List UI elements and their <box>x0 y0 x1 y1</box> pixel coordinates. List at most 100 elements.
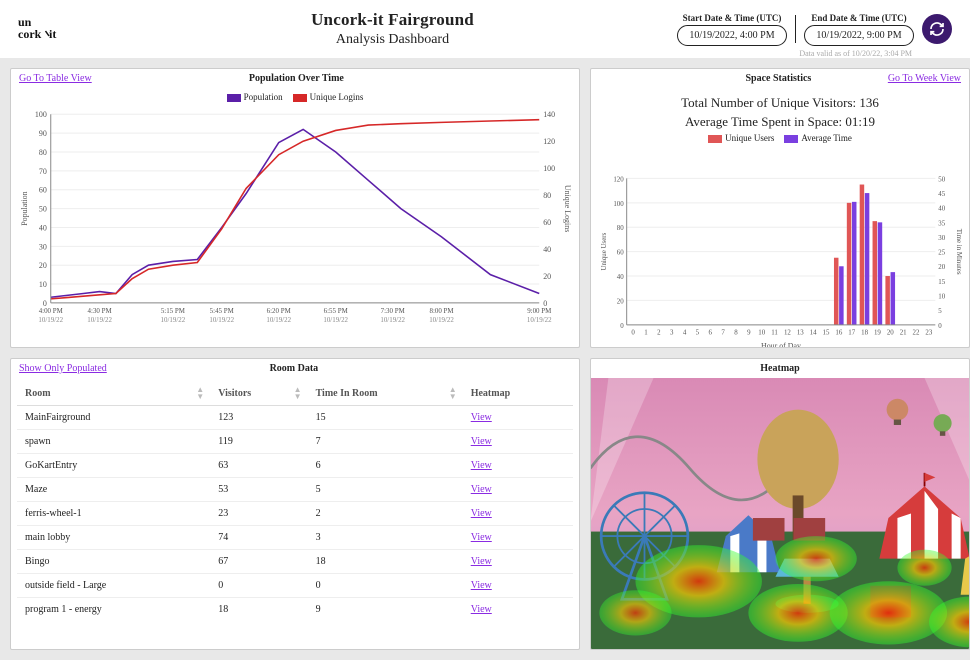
svg-text:5: 5 <box>696 330 700 337</box>
svg-text:4:00 PM: 4:00 PM <box>39 307 63 315</box>
svg-text:40: 40 <box>39 223 47 232</box>
room-data-table: Room▲▼ Visitors▲▼ Time In Room▲▼ Heatmap… <box>17 382 573 618</box>
table-view-link[interactable]: Go To Table View <box>19 73 92 84</box>
svg-text:9: 9 <box>747 330 751 337</box>
svg-text:Hour of Day: Hour of Day <box>761 342 801 347</box>
svg-text:10: 10 <box>39 280 47 289</box>
svg-text:10: 10 <box>758 330 765 337</box>
svg-text:80: 80 <box>39 148 47 157</box>
week-view-link[interactable]: Go To Week View <box>888 73 961 84</box>
cell-room: spawn <box>17 430 210 454</box>
svg-text:7: 7 <box>721 330 725 337</box>
svg-text:20: 20 <box>617 298 624 305</box>
brand-logo: un cork it <box>18 9 108 49</box>
view-heatmap-link[interactable]: View <box>471 580 492 591</box>
svg-text:10: 10 <box>938 294 945 301</box>
cell-time: 2 <box>308 502 463 526</box>
cell-room: MainFairground <box>17 406 210 430</box>
svg-text:6:20 PM: 6:20 PM <box>267 307 291 315</box>
stats-chart: 0204060801001200510152025303540455001234… <box>597 145 963 347</box>
cell-visitors: 67 <box>210 550 307 574</box>
view-heatmap-link[interactable]: View <box>471 460 492 471</box>
svg-text:12: 12 <box>784 330 791 337</box>
col-room[interactable]: Room▲▼ <box>17 382 210 406</box>
svg-text:8:00 PM: 8:00 PM <box>429 307 453 315</box>
cell-room: GoKartEntry <box>17 454 210 478</box>
svg-text:140: 140 <box>543 110 555 119</box>
svg-text:40: 40 <box>938 206 945 213</box>
svg-text:70: 70 <box>39 167 47 176</box>
svg-text:10/19/22: 10/19/22 <box>87 316 112 324</box>
col-visitors[interactable]: Visitors▲▼ <box>210 382 307 406</box>
refresh-button[interactable] <box>922 14 952 44</box>
show-populated-link[interactable]: Show Only Populated <box>19 363 107 374</box>
cell-time: 0 <box>308 574 463 598</box>
svg-text:9:00 PM: 9:00 PM <box>527 307 551 315</box>
cell-time: 5 <box>308 478 463 502</box>
population-over-time-card: Go To Table View Population Over Time Po… <box>10 68 580 348</box>
svg-text:14: 14 <box>810 330 817 337</box>
cell-time: 7 <box>308 430 463 454</box>
cell-heatmap: View <box>463 550 573 574</box>
svg-text:3: 3 <box>670 330 674 337</box>
table-row: spawn1197 View <box>17 430 573 454</box>
svg-text:20: 20 <box>543 272 551 281</box>
col-time[interactable]: Time In Room▲▼ <box>308 382 463 406</box>
svg-text:20: 20 <box>938 264 945 271</box>
cell-room: ferris-wheel-1 <box>17 502 210 526</box>
page-title: Uncork-it Fairground <box>108 10 677 30</box>
svg-text:15: 15 <box>938 279 945 286</box>
svg-text:30: 30 <box>39 242 47 251</box>
svg-text:13: 13 <box>797 330 804 337</box>
view-heatmap-link[interactable]: View <box>471 532 492 543</box>
cell-heatmap: View <box>463 478 573 502</box>
view-heatmap-link[interactable]: View <box>471 508 492 519</box>
svg-text:60: 60 <box>39 186 47 195</box>
svg-text:60: 60 <box>617 250 624 257</box>
room-data-title: Room Data <box>107 363 481 374</box>
svg-text:0: 0 <box>620 323 624 330</box>
view-heatmap-link[interactable]: View <box>471 556 492 567</box>
svg-text:90: 90 <box>39 129 47 138</box>
cell-room: main lobby <box>17 526 210 550</box>
svg-text:5:15 PM: 5:15 PM <box>161 307 185 315</box>
cell-time: 9 <box>308 598 463 619</box>
stats-legend: Unique Users Average Time <box>597 133 963 143</box>
svg-text:Unique Logins: Unique Logins <box>563 185 572 232</box>
refresh-icon <box>929 21 945 37</box>
end-date-picker[interactable]: 10/19/2022, 9:00 PM <box>804 25 914 46</box>
svg-text:30: 30 <box>938 235 945 242</box>
cell-visitors: 119 <box>210 430 307 454</box>
svg-text:10/19/22: 10/19/22 <box>323 316 348 324</box>
svg-text:120: 120 <box>613 176 624 183</box>
cell-visitors: 74 <box>210 526 307 550</box>
svg-text:80: 80 <box>543 191 551 200</box>
stats-card-title: Space Statistics <box>669 73 888 84</box>
date-range-controls: Start Date & Time (UTC) 10/19/2022, 4:00… <box>677 13 952 46</box>
svg-text:20: 20 <box>887 330 894 337</box>
view-heatmap-link[interactable]: View <box>471 604 492 615</box>
cell-heatmap: View <box>463 406 573 430</box>
svg-text:8: 8 <box>734 330 738 337</box>
svg-text:10/19/22: 10/19/22 <box>527 316 552 324</box>
cell-heatmap: View <box>463 574 573 598</box>
space-statistics-card: Space Statistics Go To Week View Total N… <box>590 68 970 348</box>
svg-text:cork: cork <box>18 27 42 41</box>
svg-text:23: 23 <box>925 330 932 337</box>
svg-text:40: 40 <box>617 274 624 281</box>
svg-text:0: 0 <box>938 323 942 330</box>
cell-time: 15 <box>308 406 463 430</box>
view-heatmap-link[interactable]: View <box>471 436 492 447</box>
svg-text:6: 6 <box>709 330 713 337</box>
view-heatmap-link[interactable]: View <box>471 412 492 423</box>
view-heatmap-link[interactable]: View <box>471 484 492 495</box>
cell-room: program 1 - energy <box>17 598 210 619</box>
cell-heatmap: View <box>463 430 573 454</box>
table-row: Bingo6718View <box>17 550 573 574</box>
cell-time: 3 <box>308 526 463 550</box>
legend-population: Population <box>244 92 283 102</box>
svg-text:10/19/22: 10/19/22 <box>161 316 186 324</box>
svg-text:21: 21 <box>900 330 907 337</box>
svg-text:120: 120 <box>543 137 555 146</box>
start-date-picker[interactable]: 10/19/2022, 4:00 PM <box>677 25 787 46</box>
